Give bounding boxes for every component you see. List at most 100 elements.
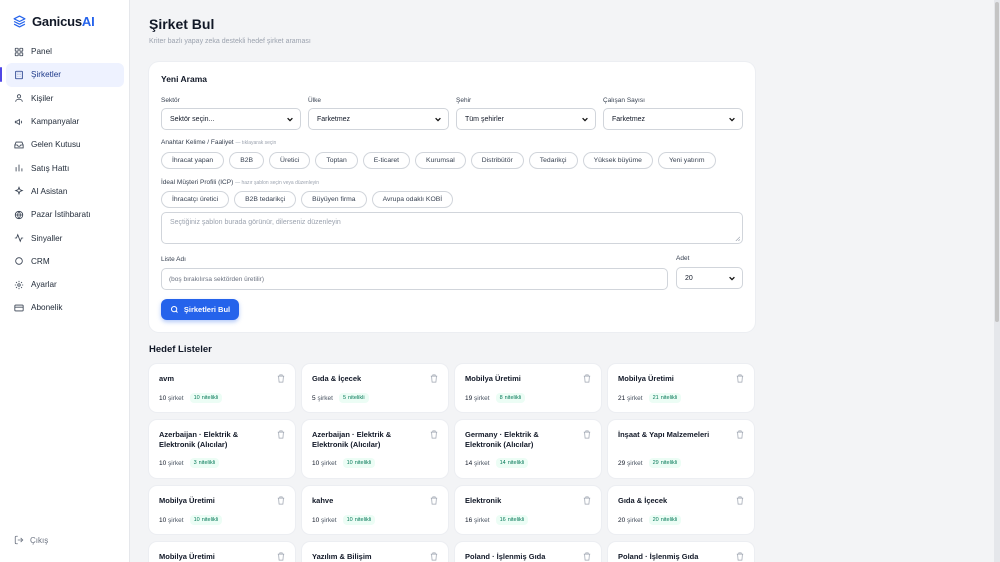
sidebar-item-label: Ayarlar	[31, 280, 57, 290]
trash-icon[interactable]	[277, 430, 285, 439]
trash-icon[interactable]	[430, 552, 438, 561]
trash-icon[interactable]	[430, 374, 438, 383]
sidebar-item-kampanyalar[interactable]: Kampanyalar	[6, 110, 124, 133]
trash-icon[interactable]	[430, 430, 438, 439]
keyword-chip[interactable]: Toptan	[315, 152, 358, 169]
target-list-card[interactable]: avm 10 şirket 10 nitelikli	[149, 364, 295, 412]
sidebar-item-sinyaller[interactable]: Sinyaller	[6, 226, 124, 249]
country-select[interactable]: Farketmez	[308, 108, 449, 130]
gear-icon	[14, 280, 24, 289]
logout-button[interactable]: Çıkış	[14, 535, 48, 545]
trash-icon[interactable]	[430, 496, 438, 505]
sidebar-item-crm[interactable]: CRM	[6, 250, 124, 273]
target-list-card[interactable]: Poland · İşlenmiş Gıda (Alıcılar)	[455, 542, 601, 562]
sidebar-item-label: Abonelik	[31, 303, 63, 313]
list-name-input[interactable]: (boş bırakılırsa sektörden üretilir)	[161, 268, 668, 290]
target-list-card[interactable]: Azerbaijan · Elektrik & Elektronik (Alıc…	[149, 420, 295, 478]
trash-icon[interactable]	[736, 374, 744, 383]
keyword-chip[interactable]: B2B	[229, 152, 265, 169]
trash-icon[interactable]	[583, 374, 591, 383]
list-card-title: Mobilya Üretimi	[618, 374, 674, 383]
trash-icon[interactable]	[277, 496, 285, 505]
target-list-card[interactable]: Mobilya Üretimi	[149, 542, 295, 562]
target-list-card[interactable]: Mobilya Üretimi 19 şirket 8 nitelikli	[455, 364, 601, 412]
list-card-meta: 21 şirket 21 nitelikli	[618, 393, 682, 403]
trash-icon[interactable]	[736, 496, 744, 505]
list-card-title: Poland · İşlenmiş Gıda (Alıcılar)	[618, 552, 699, 561]
target-list-card[interactable]: Azerbaijan · Elektrik & Elektronik (Alıc…	[302, 420, 448, 478]
resize-handle-icon[interactable]	[735, 236, 740, 241]
keyword-chip[interactable]: Kurumsal	[415, 152, 466, 169]
list-name-label: Liste Adı	[161, 256, 186, 263]
sidebar-item-ai-asistan[interactable]: AI Asistan	[6, 180, 124, 203]
chevron-down-icon	[729, 276, 735, 281]
target-list-card[interactable]: Gıda & İçecek 5 şirket 5 nitelikli	[302, 364, 448, 412]
employees-select[interactable]: Farketmez	[603, 108, 743, 130]
keyword-chip[interactable]: E-ticaret	[362, 152, 411, 169]
card-icon	[14, 304, 24, 312]
sidebar-item-gelen-kutusu[interactable]: Gelen Kutusu	[6, 133, 124, 156]
keyword-chip[interactable]: Tedarikçi	[528, 152, 578, 169]
trash-icon[interactable]	[583, 552, 591, 561]
list-card-title: Germany · Elektrik & Elektronik (Alıcıla…	[465, 430, 539, 449]
icp-template-chip[interactable]: Büyüyen firma	[301, 191, 367, 208]
list-card-title: Poland · İşlenmiş Gıda (Alıcılar)	[465, 552, 546, 561]
trash-icon[interactable]	[277, 374, 285, 383]
trash-icon[interactable]	[583, 430, 591, 439]
city-select[interactable]: Tüm şehirler	[456, 108, 596, 130]
list-card-title: Gıda & İçecek	[618, 496, 668, 505]
target-list-card[interactable]: Elektronik 16 şirket 16 nitelikli	[455, 486, 601, 534]
count-select[interactable]: 20	[676, 267, 743, 289]
layers-icon	[13, 15, 26, 28]
list-card-meta: 16 şirket 16 nitelikli	[465, 515, 529, 525]
sidebar-item-panel[interactable]: Panel	[6, 40, 124, 63]
target-list-card[interactable]: Yazılım & Bilişim	[302, 542, 448, 562]
scrollbar-thumb[interactable]	[995, 2, 999, 322]
company-count: 5 şirket	[312, 394, 333, 402]
company-count: 19 şirket	[465, 394, 490, 402]
keyword-chip[interactable]: Üretici	[269, 152, 311, 169]
keyword-chip[interactable]: Distribütör	[470, 152, 524, 169]
target-list-card[interactable]: Germany · Elektrik & Elektronik (Alıcıla…	[455, 420, 601, 478]
target-list-card[interactable]: Mobilya Üretimi 10 şirket 10 nitelikli	[149, 486, 295, 534]
qualified-badge: 14 nitelikli	[495, 458, 529, 468]
target-list-card[interactable]: Mobilya Üretimi 21 şirket 21 nitelikli	[608, 364, 754, 412]
keyword-chip[interactable]: Yüksek büyüme	[582, 152, 653, 169]
qualified-badge: 10 nitelikli	[342, 458, 376, 468]
company-count: 10 şirket	[159, 459, 184, 467]
find-companies-button[interactable]: Şirketleri Bul	[161, 299, 239, 320]
sidebar-nav: Panel Şirketler Kişiler Kampanyalar Gele…	[0, 40, 124, 320]
keyword-chip[interactable]: İhracat yapan	[161, 152, 225, 169]
sidebar-item-ayarlar[interactable]: Ayarlar	[6, 273, 124, 296]
sidebar-item-satis-hatti[interactable]: Satış Hattı	[6, 156, 124, 179]
trash-icon[interactable]	[736, 552, 744, 561]
trash-icon[interactable]	[736, 430, 744, 439]
search-icon	[170, 306, 178, 313]
icp-textarea[interactable]: Seçtiğiniz şablon burada görünür, dilers…	[161, 212, 743, 244]
target-list-card[interactable]: Gıda & İçecek 20 şirket 20 nitelikli	[608, 486, 754, 534]
company-count: 29 şirket	[618, 459, 643, 467]
trash-icon[interactable]	[277, 552, 285, 561]
target-list-card[interactable]: Poland · İşlenmiş Gıda (Alıcılar)	[608, 542, 754, 562]
icp-template-chip[interactable]: B2B tedarikçi	[234, 191, 297, 208]
sidebar-item-label: Gelen Kutusu	[31, 140, 81, 150]
qualified-badge: 8 nitelikli	[495, 393, 526, 403]
sector-select[interactable]: Sektör seçin...	[161, 108, 301, 130]
qualified-badge: 29 nitelikli	[648, 458, 682, 468]
sidebar-item-kisiler[interactable]: Kişiler	[6, 87, 124, 110]
trash-icon[interactable]	[583, 496, 591, 505]
company-count: 16 şirket	[465, 516, 490, 524]
sidebar-item-sirketler[interactable]: Şirketler	[0, 63, 124, 87]
keyword-chip[interactable]: Yeni yatırım	[657, 152, 716, 169]
icp-template-chip[interactable]: Avrupa odaklı KOBİ	[371, 191, 454, 208]
brand-logo[interactable]: GanicusAI	[13, 14, 95, 29]
icp-template-chip[interactable]: İhracatçı üretici	[161, 191, 230, 208]
qualified-badge: 5 nitelikli	[338, 393, 369, 403]
sidebar-item-label: Şirketler	[31, 70, 62, 80]
sidebar-item-abonelik[interactable]: Abonelik	[6, 296, 124, 319]
qualified-badge: 3 nitelikli	[189, 458, 220, 468]
target-list-card[interactable]: kahve 10 şirket 10 nitelikli	[302, 486, 448, 534]
target-list-card[interactable]: İnşaat & Yapı Malzemeleri 29 şirket 29 nite…	[608, 420, 754, 478]
page-scrollbar[interactable]	[994, 0, 1000, 562]
sidebar-item-pazar-istihbarati[interactable]: Pazar İstihbaratı	[6, 203, 124, 226]
